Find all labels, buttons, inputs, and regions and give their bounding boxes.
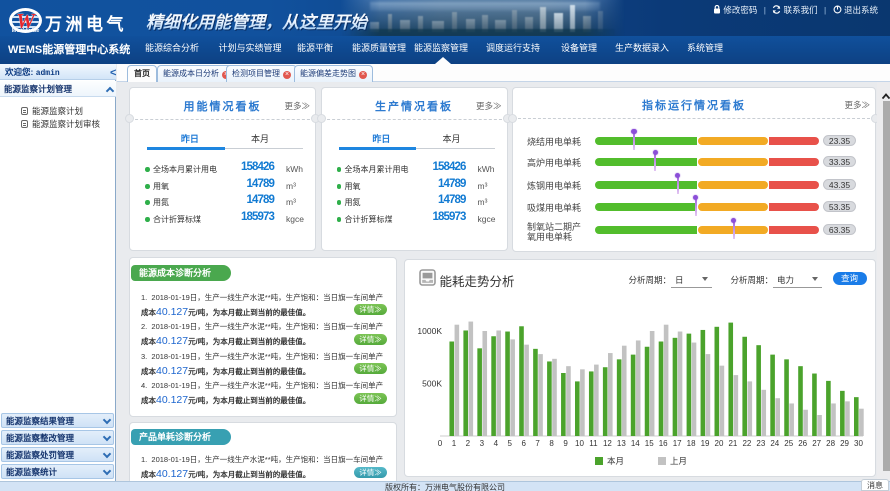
svg-text:25: 25	[784, 439, 793, 448]
svg-text:15: 15	[644, 439, 653, 448]
svg-text:27: 27	[812, 439, 821, 448]
svg-text:24: 24	[770, 439, 779, 448]
svg-text:5: 5	[507, 439, 512, 448]
svg-text:500K: 500K	[422, 378, 442, 388]
svg-text:9: 9	[563, 439, 568, 448]
svg-text:21: 21	[728, 439, 737, 448]
svg-text:12: 12	[602, 439, 611, 448]
svg-text:8: 8	[549, 439, 554, 448]
svg-text:2: 2	[465, 439, 470, 448]
svg-text:30: 30	[854, 439, 863, 448]
svg-text:1000K: 1000K	[417, 326, 442, 336]
svg-text:0: 0	[437, 439, 442, 448]
svg-text:28: 28	[826, 439, 835, 448]
svg-text:10: 10	[575, 439, 584, 448]
svg-text:17: 17	[672, 439, 681, 448]
svg-text:29: 29	[840, 439, 849, 448]
svg-text:18: 18	[686, 439, 695, 448]
svg-text:23: 23	[756, 439, 765, 448]
svg-text:7: 7	[535, 439, 540, 448]
svg-text:22: 22	[742, 439, 751, 448]
svg-text:上月: 上月	[670, 456, 687, 466]
svg-text:本月: 本月	[607, 456, 624, 466]
svg-text:4: 4	[493, 439, 498, 448]
svg-text:14: 14	[630, 439, 639, 448]
svg-text:20: 20	[714, 439, 723, 448]
svg-text:19: 19	[700, 439, 709, 448]
svg-text:26: 26	[798, 439, 807, 448]
svg-text:6: 6	[521, 439, 526, 448]
svg-text:13: 13	[616, 439, 625, 448]
svg-text:11: 11	[589, 439, 598, 448]
svg-text:3: 3	[479, 439, 484, 448]
svg-text:16: 16	[658, 439, 667, 448]
svg-text:1: 1	[451, 439, 456, 448]
